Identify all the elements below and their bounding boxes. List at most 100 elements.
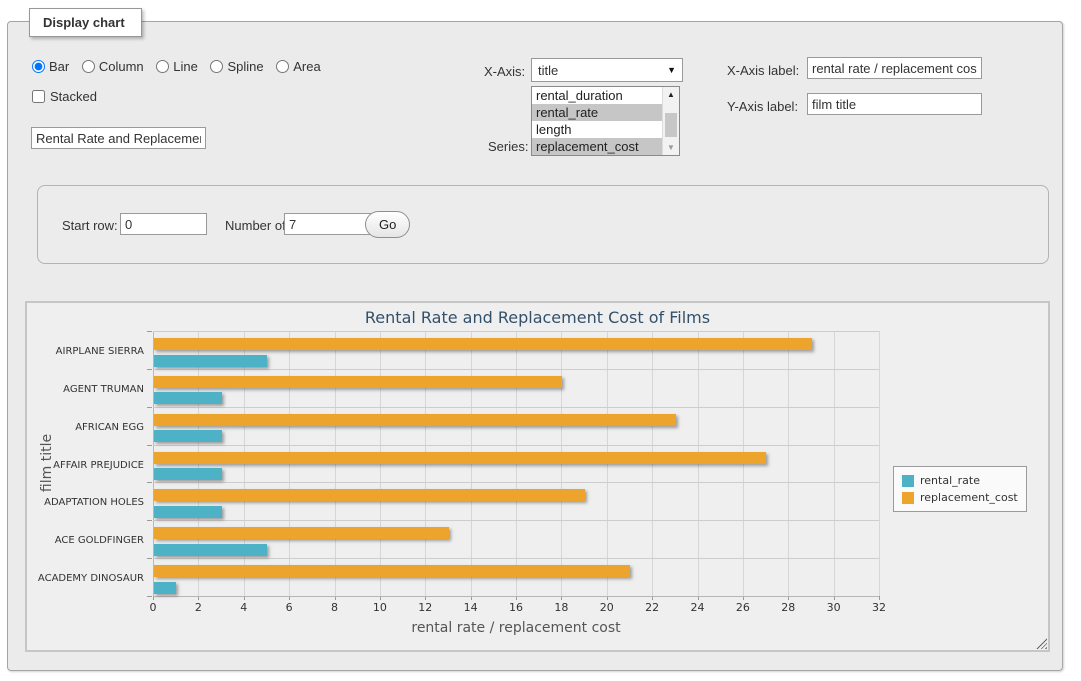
y-gridline bbox=[153, 369, 879, 370]
scrollbar-down-icon[interactable]: ▼ bbox=[663, 140, 679, 155]
x-tick-label: 20 bbox=[600, 601, 614, 614]
bar-rental_rate bbox=[154, 430, 222, 442]
legend-item-replacement_cost[interactable]: replacement_cost bbox=[902, 489, 1018, 506]
x-tick-label: 6 bbox=[286, 601, 293, 614]
y-gridline bbox=[153, 331, 879, 332]
chart-container: Rental Rate and Replacement Cost of Film… bbox=[25, 301, 1050, 652]
y-gridline bbox=[153, 558, 879, 559]
area-radio[interactable] bbox=[276, 60, 289, 73]
x-tick-label: 26 bbox=[736, 601, 750, 614]
line-radio-label: Line bbox=[173, 59, 198, 74]
x-tick-label: 24 bbox=[691, 601, 705, 614]
legend-label: replacement_cost bbox=[920, 491, 1018, 504]
stacked-label: Stacked bbox=[50, 89, 97, 104]
x-tick-label: 28 bbox=[781, 601, 795, 614]
series-option-rental-duration[interactable]: rental_duration bbox=[532, 87, 679, 104]
series-option-replacement-cost[interactable]: replacement_cost bbox=[532, 138, 679, 155]
legend-label: rental_rate bbox=[920, 474, 980, 487]
bar-radio[interactable] bbox=[32, 60, 45, 73]
go-button[interactable]: Go bbox=[365, 211, 410, 238]
resize-handle-icon[interactable] bbox=[1036, 638, 1047, 649]
category-label: ADAPTATION HOLES bbox=[32, 497, 144, 508]
bar-rental_rate bbox=[154, 582, 176, 594]
x-tick-label: 12 bbox=[418, 601, 432, 614]
bar-replacement_cost bbox=[154, 489, 585, 501]
bar-rental_rate bbox=[154, 506, 222, 518]
x-tick-label: 16 bbox=[509, 601, 523, 614]
chart-type-radio-group: Bar Column Line Spline Area bbox=[32, 59, 330, 74]
column-radio-label: Column bbox=[99, 59, 144, 74]
plot-area: 02468101214161820222426283032AIRPLANE SI… bbox=[153, 331, 879, 596]
column-radio[interactable] bbox=[82, 60, 95, 73]
scrollbar-thumb[interactable] bbox=[665, 113, 677, 137]
bar-replacement_cost bbox=[154, 338, 812, 350]
x-tick-label: 22 bbox=[645, 601, 659, 614]
chart-type-option-area[interactable]: Area bbox=[276, 59, 320, 74]
series-option-length[interactable]: length bbox=[532, 121, 679, 138]
x-axis-title: rental rate / replacement cost bbox=[153, 620, 879, 636]
number-of-rows-input[interactable] bbox=[284, 213, 371, 235]
x-axis-selected-value: title bbox=[538, 63, 558, 78]
spline-radio-label: Spline bbox=[227, 59, 263, 74]
y-gridline bbox=[153, 596, 879, 597]
x-axis-select[interactable]: title ▼ bbox=[531, 58, 683, 82]
y-tick-mark bbox=[147, 407, 152, 408]
scrollbar-up-icon[interactable]: ▲ bbox=[663, 87, 679, 102]
chart-type-option-column[interactable]: Column bbox=[82, 59, 144, 74]
start-row-label: Start row: bbox=[62, 218, 118, 233]
y-tick-mark bbox=[147, 558, 152, 559]
x-tick-label: 18 bbox=[554, 601, 568, 614]
series-listbox[interactable]: rental_duration rental_rate length repla… bbox=[531, 86, 680, 156]
x-gridline bbox=[834, 331, 835, 596]
x-tick-mark bbox=[879, 596, 880, 600]
stacked-row: Stacked bbox=[32, 89, 97, 104]
legend-swatch bbox=[902, 475, 914, 487]
stacked-option[interactable]: Stacked bbox=[32, 89, 97, 104]
x-axis-select-label: X-Axis: bbox=[484, 64, 525, 79]
start-row-input[interactable] bbox=[120, 213, 207, 235]
chart-type-option-spline[interactable]: Spline bbox=[210, 59, 263, 74]
bar-replacement_cost bbox=[154, 452, 766, 464]
y-gridline bbox=[153, 445, 879, 446]
line-radio[interactable] bbox=[156, 60, 169, 73]
x-axis-label-caption: X-Axis label: bbox=[727, 63, 799, 78]
bar-radio-label: Bar bbox=[49, 59, 69, 74]
category-label: AFRICAN EGG bbox=[32, 422, 144, 433]
legend-swatch bbox=[902, 492, 914, 504]
x-axis-label-input[interactable] bbox=[807, 57, 982, 79]
series-listbox-label: Series: bbox=[488, 139, 528, 154]
x-gridline bbox=[879, 331, 880, 596]
y-tick-mark bbox=[147, 369, 152, 370]
x-tick-label: 10 bbox=[373, 601, 387, 614]
y-axis-label-caption: Y-Axis label: bbox=[727, 99, 798, 114]
series-option-rental-rate[interactable]: rental_rate bbox=[532, 104, 679, 121]
y-tick-mark bbox=[147, 596, 152, 597]
x-tick-label: 2 bbox=[195, 601, 202, 614]
category-label: ACE GOLDFINGER bbox=[32, 535, 144, 546]
y-gridline bbox=[153, 482, 879, 483]
chart-title: Rental Rate and Replacement Cost of Film… bbox=[27, 308, 1048, 327]
category-label: AFFAIR PREJUDICE bbox=[32, 460, 144, 471]
area-radio-label: Area bbox=[293, 59, 320, 74]
stacked-checkbox[interactable] bbox=[32, 90, 45, 103]
chart-title-input[interactable] bbox=[31, 127, 206, 149]
bar-rental_rate bbox=[154, 355, 267, 367]
x-tick-label: 32 bbox=[872, 601, 886, 614]
x-tick-label: 14 bbox=[464, 601, 478, 614]
x-tick-label: 0 bbox=[150, 601, 157, 614]
bar-replacement_cost bbox=[154, 565, 630, 577]
legend-item-rental_rate[interactable]: rental_rate bbox=[902, 472, 1018, 489]
bar-rental_rate bbox=[154, 468, 222, 480]
chart-type-option-line[interactable]: Line bbox=[156, 59, 198, 74]
listbox-scrollbar[interactable]: ▲ ▼ bbox=[662, 87, 679, 155]
y-axis-label-input[interactable] bbox=[807, 93, 982, 115]
bar-replacement_cost bbox=[154, 527, 449, 539]
x-tick-label: 8 bbox=[331, 601, 338, 614]
x-gridline bbox=[788, 331, 789, 596]
spline-radio[interactable] bbox=[210, 60, 223, 73]
dropdown-arrow-icon: ▼ bbox=[667, 66, 676, 75]
category-label: ACADEMY DINOSAUR bbox=[32, 573, 144, 584]
chart-type-option-bar[interactable]: Bar bbox=[32, 59, 69, 74]
bar-replacement_cost bbox=[154, 414, 676, 426]
y-tick-mark bbox=[147, 520, 152, 521]
